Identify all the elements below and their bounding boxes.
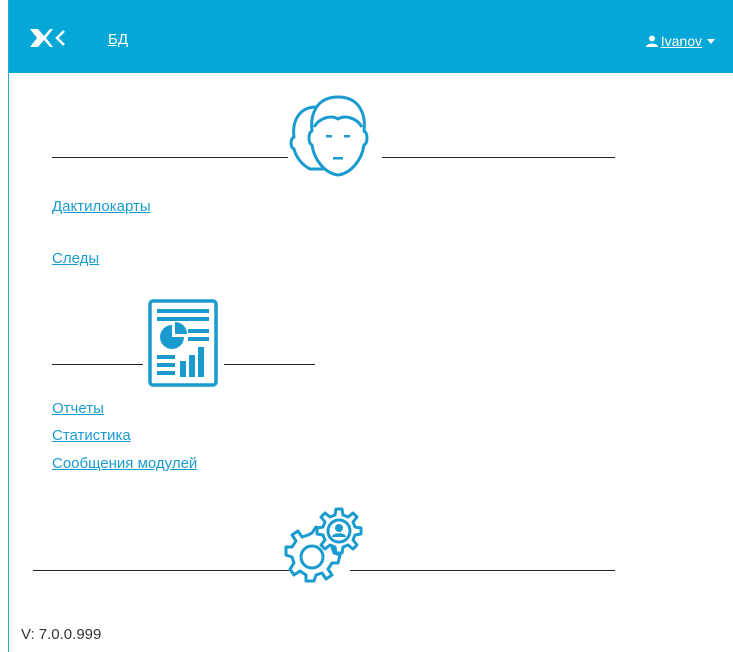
section-divider-right <box>382 157 615 158</box>
caret-down-icon <box>707 38 715 44</box>
user-name: Ivanov <box>660 33 702 49</box>
faces-icon <box>289 95 369 177</box>
link-reports[interactable]: Отчеты <box>52 400 104 417</box>
user-menu[interactable]: Ivanov <box>645 33 715 49</box>
link-module-messages[interactable]: Сообщения модулей <box>52 455 197 472</box>
section-divider-right <box>224 364 315 365</box>
report-icon <box>148 299 218 387</box>
section-divider-left <box>52 364 143 365</box>
link-dactylocards[interactable]: Дактилокарты <box>52 198 151 215</box>
user-icon <box>645 35 658 47</box>
section-divider-right <box>350 570 615 571</box>
link-traces[interactable]: Следы <box>52 250 99 267</box>
logo-icon[interactable] <box>30 27 66 49</box>
section-divider-left <box>33 570 289 571</box>
top-navbar: БД Ivanov <box>9 0 733 73</box>
gears-icon <box>284 507 363 583</box>
section-divider-left <box>52 157 288 158</box>
version-label: V: 7.0.0.999 <box>21 626 102 643</box>
nav-link-db[interactable]: БД <box>108 31 128 48</box>
link-statistics[interactable]: Статистика <box>52 427 131 444</box>
